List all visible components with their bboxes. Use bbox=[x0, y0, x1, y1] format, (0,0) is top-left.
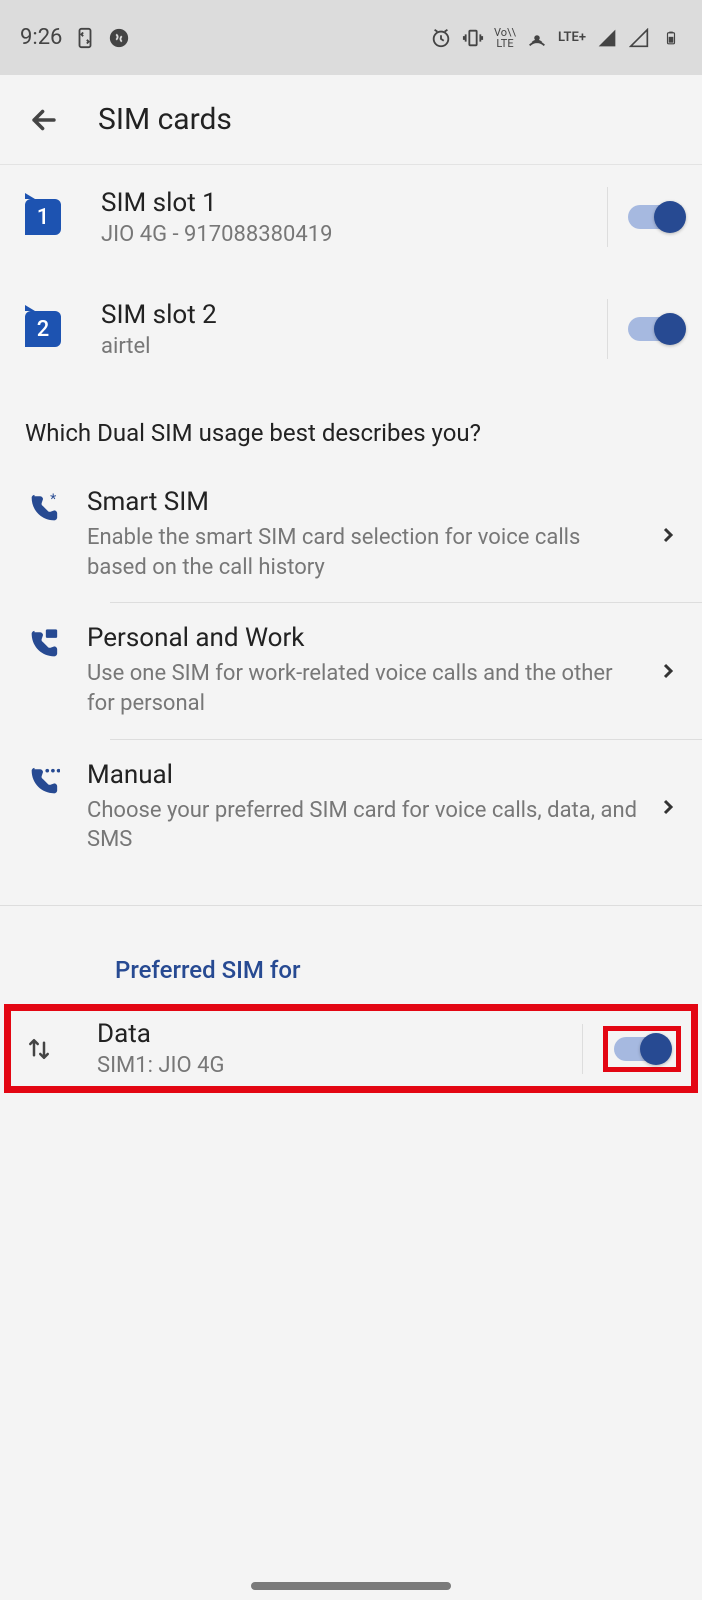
hotspot-icon bbox=[526, 27, 548, 49]
sim-1-badge-icon: 1 bbox=[25, 199, 61, 235]
app-bar: SIM cards bbox=[0, 75, 702, 165]
signal-2-icon bbox=[628, 27, 650, 49]
status-left: 9:26 bbox=[20, 25, 130, 50]
phone-star-icon: * bbox=[25, 491, 61, 527]
phone-briefcase-icon bbox=[25, 627, 61, 663]
usage-heading: Which Dual SIM usage best describes you? bbox=[0, 389, 702, 467]
usage-smart-sim[interactable]: * Smart SIM Enable the smart SIM card se… bbox=[0, 467, 702, 602]
svg-text:*: * bbox=[50, 492, 56, 507]
sim-2-title: SIM slot 2 bbox=[101, 300, 587, 330]
page-title: SIM cards bbox=[98, 102, 232, 137]
preferred-data-row[interactable]: Data SIM1: JIO 4G bbox=[21, 1019, 681, 1078]
signal-1-icon bbox=[596, 27, 618, 49]
sim-slot-1-row[interactable]: 1 SIM slot 1 JIO 4G - 917088380419 bbox=[0, 165, 702, 269]
chevron-right-icon bbox=[654, 793, 682, 821]
divider bbox=[607, 299, 608, 359]
usage-desc: Use one SIM for work-related voice calls… bbox=[87, 659, 642, 718]
usage-text: Personal and Work Use one SIM for work-r… bbox=[87, 623, 642, 718]
usage-desc: Enable the smart SIM card selection for … bbox=[87, 523, 642, 582]
data-highlight-box: Data SIM1: JIO 4G bbox=[4, 1004, 698, 1093]
usage-personal-work[interactable]: Personal and Work Use one SIM for work-r… bbox=[0, 603, 702, 738]
alarm-icon bbox=[430, 27, 452, 49]
data-title: Data bbox=[97, 1019, 562, 1049]
usage-title: Smart SIM bbox=[87, 487, 642, 517]
status-bar: 9:26 Vo\\LTE LTE+ bbox=[0, 0, 702, 75]
shazam-icon bbox=[108, 27, 130, 49]
network-label: LTE+ bbox=[558, 30, 586, 45]
sim-2-sub: airtel bbox=[101, 334, 587, 359]
usage-title: Personal and Work bbox=[87, 623, 642, 653]
battery-icon bbox=[660, 27, 682, 49]
phone-dots-icon bbox=[25, 764, 61, 800]
content: 1 SIM slot 1 JIO 4G - 917088380419 2 SIM… bbox=[0, 165, 702, 1093]
sim-2-toggle[interactable] bbox=[628, 317, 682, 341]
data-toggle-highlight bbox=[603, 1026, 681, 1072]
usage-title: Manual bbox=[87, 760, 642, 790]
sim-2-badge-icon: 2 bbox=[25, 311, 61, 347]
usage-text: Manual Choose your preferred SIM card fo… bbox=[87, 760, 642, 855]
data-text: Data SIM1: JIO 4G bbox=[97, 1019, 562, 1078]
divider bbox=[607, 187, 608, 247]
status-time: 9:26 bbox=[20, 25, 62, 50]
usage-text: Smart SIM Enable the smart SIM card sele… bbox=[87, 487, 642, 582]
status-right: Vo\\LTE LTE+ bbox=[430, 27, 682, 49]
divider bbox=[582, 1024, 583, 1074]
data-toggle[interactable] bbox=[614, 1037, 668, 1061]
vibrate-icon bbox=[462, 27, 484, 49]
sim-slot-2-row[interactable]: 2 SIM slot 2 airtel bbox=[0, 269, 702, 389]
sim-1-text: SIM slot 1 JIO 4G - 917088380419 bbox=[101, 188, 587, 247]
phone-sync-icon bbox=[74, 27, 96, 49]
chevron-right-icon bbox=[654, 521, 682, 549]
sim-1-sub: JIO 4G - 917088380419 bbox=[101, 222, 587, 247]
back-button[interactable] bbox=[20, 96, 68, 144]
data-sub: SIM1: JIO 4G bbox=[97, 1053, 562, 1078]
sim-1-toggle[interactable] bbox=[628, 205, 682, 229]
sim-1-title: SIM slot 1 bbox=[101, 188, 587, 218]
sim-2-text: SIM slot 2 airtel bbox=[101, 300, 587, 359]
usage-desc: Choose your preferred SIM card for voice… bbox=[87, 796, 642, 855]
data-arrows-icon bbox=[21, 1031, 57, 1067]
preferred-heading: Preferred SIM for bbox=[0, 906, 702, 1004]
chevron-right-icon bbox=[654, 657, 682, 685]
volte-icon: Vo\\LTE bbox=[494, 27, 516, 49]
usage-manual[interactable]: Manual Choose your preferred SIM card fo… bbox=[0, 740, 702, 875]
nav-handle[interactable] bbox=[251, 1582, 451, 1590]
